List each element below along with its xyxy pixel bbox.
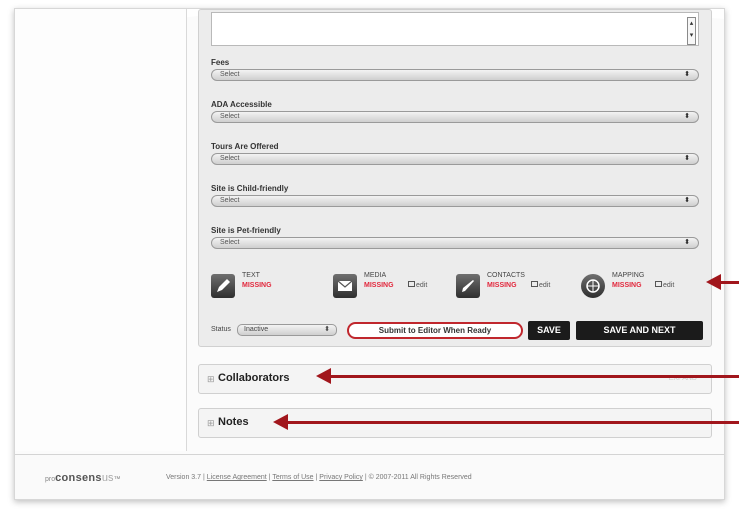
status-mapping-name: MAPPING (612, 272, 645, 279)
media-edit-label: edit (416, 282, 428, 289)
status-media[interactable]: MEDIA MISSING edit (333, 272, 443, 302)
attributes-form: ▴ ▾ Fees Select ⬍ ADA Accessible Select ⬍… (198, 9, 712, 347)
child-friendly-label: Site is Child-friendly (211, 184, 289, 193)
expand-icon[interactable]: ⊞ (207, 418, 215, 429)
select-arrows-icon: ⬍ (684, 155, 690, 162)
description-textarea[interactable]: ▴ ▾ (211, 12, 699, 46)
ada-select[interactable]: Select ⬍ (211, 111, 699, 123)
footer: proconsensus™ Version 3.7 | License Agre… (15, 454, 724, 499)
textarea-scrollbar[interactable]: ▴ ▾ (687, 17, 696, 45)
fees-select[interactable]: Select ⬍ (211, 69, 699, 81)
tours-select[interactable]: Select ⬍ (211, 153, 699, 165)
save-button[interactable]: SAVE (528, 321, 570, 340)
annotation-arrow-status (706, 274, 739, 290)
pen-icon (456, 274, 480, 298)
action-bar: Status Inactive ⬍ Submit to Editor When … (211, 321, 711, 341)
pet-friendly-select-value: Select (220, 239, 240, 246)
fees-select-value: Select (220, 71, 240, 78)
terms-link[interactable]: Terms of Use (272, 474, 313, 481)
status-text[interactable]: TEXT MISSING (211, 272, 321, 302)
status-media-name: MEDIA (364, 272, 387, 279)
status-contacts-name: CONTACTS (487, 272, 525, 279)
contacts-edit-link[interactable]: edit (531, 281, 550, 289)
select-arrows-icon: ⬍ (684, 239, 690, 246)
collaborators-panel[interactable]: ⊞ Collaborators EXPAND (198, 364, 712, 394)
status-mapping-state: MISSING (612, 282, 642, 289)
tours-label: Tours Are Offered (211, 142, 279, 151)
copyright-text: © 2007-2011 All Rights Reserved (368, 474, 472, 481)
contacts-edit-label: edit (539, 282, 551, 289)
status-text-name: TEXT (242, 272, 260, 279)
fees-label: Fees (211, 58, 230, 67)
mapping-edit-link[interactable]: edit (655, 281, 674, 289)
envelope-icon (333, 274, 357, 298)
status-mapping[interactable]: MAPPING MISSING edit (581, 272, 691, 302)
save-and-next-button[interactable]: SAVE AND NEXT (576, 321, 703, 340)
page-card: ▴ ▾ Fees Select ⬍ ADA Accessible Select ⬍… (14, 8, 725, 500)
brand-main: consens (55, 472, 102, 484)
media-edit-link[interactable]: edit (408, 281, 427, 289)
tours-select-value: Select (220, 155, 240, 162)
footer-separator: | (268, 474, 271, 481)
version-text: Version 3.7 (166, 474, 202, 481)
license-link[interactable]: License Agreement (207, 474, 267, 481)
ada-label: ADA Accessible (211, 100, 272, 109)
brand-suffix: us (101, 472, 114, 484)
status-select-value: Inactive (244, 326, 269, 333)
notes-title: Notes (218, 416, 249, 428)
mapping-edit-label: edit (663, 282, 675, 289)
edit-icon (655, 281, 662, 287)
pet-friendly-label: Site is Pet-friendly (211, 226, 281, 235)
brand-tm: ™ (113, 476, 121, 483)
status-media-state: MISSING (364, 282, 394, 289)
child-friendly-select-value: Select (220, 197, 240, 204)
status-contacts-state: MISSING (487, 282, 517, 289)
status-text-state: MISSING (242, 282, 272, 289)
select-arrows-icon: ⬍ (684, 197, 690, 204)
footer-separator: | (364, 474, 367, 481)
select-arrows-icon: ⬍ (684, 113, 690, 120)
annotation-arrow-notes (273, 414, 739, 430)
brand-logo: proconsensus™ (45, 472, 120, 484)
privacy-link[interactable]: Privacy Policy (319, 474, 363, 481)
select-arrows-icon: ⬍ (324, 326, 330, 333)
footer-links: Version 3.7 | License Agreement | Terms … (166, 474, 472, 481)
left-sidebar (15, 9, 187, 451)
ada-select-value: Select (220, 113, 240, 120)
footer-separator: | (202, 474, 205, 481)
edit-icon (531, 281, 538, 287)
status-select[interactable]: Inactive ⬍ (237, 324, 337, 336)
pet-friendly-select[interactable]: Select ⬍ (211, 237, 699, 249)
edit-icon (408, 281, 415, 287)
collaborators-title: Collaborators (218, 372, 290, 384)
status-label: Status (211, 326, 231, 333)
expand-icon[interactable]: ⊞ (207, 374, 215, 385)
status-contacts[interactable]: CONTACTS MISSING edit (456, 272, 566, 302)
annotation-arrow-collaborators (316, 368, 739, 384)
submit-to-editor-button[interactable]: Submit to Editor When Ready (347, 322, 523, 339)
globe-icon (581, 274, 605, 298)
footer-separator: | (315, 474, 318, 481)
brand-prefix: pro (45, 476, 56, 483)
select-arrows-icon: ⬍ (684, 71, 690, 78)
child-friendly-select[interactable]: Select ⬍ (211, 195, 699, 207)
pencil-icon (211, 274, 235, 298)
main-content: ▴ ▾ Fees Select ⬍ ADA Accessible Select ⬍… (198, 9, 712, 451)
